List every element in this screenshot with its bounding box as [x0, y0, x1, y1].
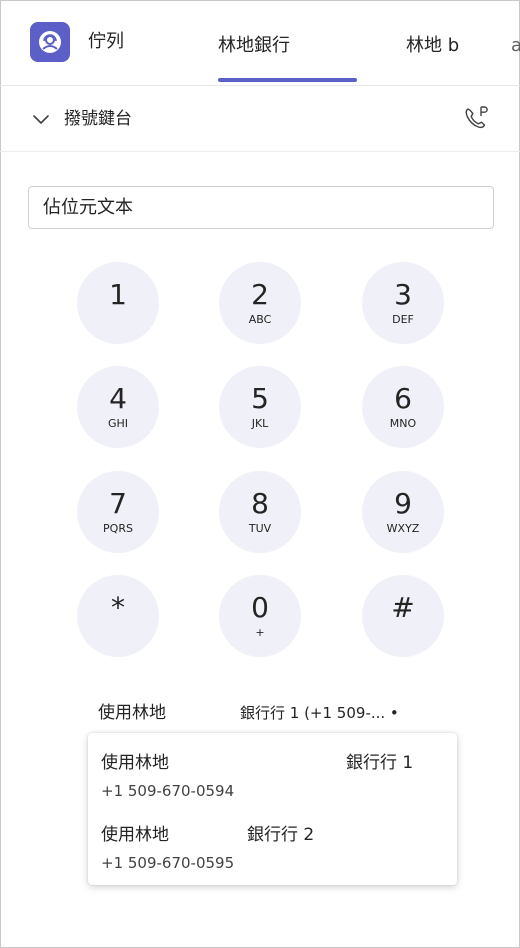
key-2[interactable]: 2 ABC [219, 262, 301, 344]
chevron-down-icon[interactable] [32, 110, 50, 132]
caller-id-option-1[interactable]: 使用林地 銀行行 1 +1 509-670-0594 [88, 733, 457, 805]
option-line: 銀行行 2 [247, 825, 315, 845]
key-digit: 5 [251, 382, 269, 415]
headset-person-icon[interactable] [30, 22, 70, 62]
key-digit: 9 [394, 487, 412, 520]
key-letters: MNO [389, 417, 417, 430]
dialpad-label: 撥號鍵台 [64, 109, 132, 129]
tab-queues[interactable]: 佇列 [88, 28, 124, 56]
caller-id-label: 使用林地 [98, 703, 166, 723]
tab-overflow[interactable]: a [511, 32, 520, 60]
key-digit: 7 [109, 487, 127, 520]
key-digit: 2 [251, 278, 269, 311]
option-number: +1 509-670-0595 [101, 854, 235, 872]
key-letters: TUV [248, 522, 272, 535]
key-digit: 6 [394, 382, 412, 415]
key-digit: 4 [109, 382, 127, 415]
key-digit: # [391, 591, 415, 624]
key-6[interactable]: 6 MNO [362, 366, 444, 448]
key-3[interactable]: 3 DEF [362, 262, 444, 344]
option-line: 銀行行 1 [346, 753, 414, 773]
key-1[interactable]: 1 [77, 262, 159, 344]
key-8[interactable]: 8 TUV [219, 471, 301, 553]
caller-id-dropdown: 使用林地 銀行行 1 +1 509-670-0594 使用林地 銀行行 2 +1… [88, 733, 457, 885]
key-9[interactable]: 9 WXYZ [362, 471, 444, 553]
key-letters: WXYZ [386, 522, 420, 535]
caller-id-select[interactable]: 銀行行 1 (+1 509-... • [240, 700, 399, 726]
key-7[interactable]: 7 PQRS [77, 471, 159, 553]
caller-id-option-2[interactable]: 使用林地 銀行行 2 +1 509-670-0595 [88, 805, 457, 877]
key-letters: ABC [248, 313, 272, 326]
dialpad-toggle-row[interactable]: 撥號鍵台 [0, 86, 520, 152]
tab-forest-bank[interactable]: 林地銀行 [218, 32, 290, 60]
key-letters: PQRS [103, 522, 133, 535]
tab-forest-b[interactable]: 林地 b [406, 32, 459, 60]
key-digit: * [111, 591, 125, 624]
key-digit: 8 [251, 487, 269, 520]
key-letters: JKL [251, 417, 269, 430]
phone-number-input[interactable] [28, 186, 494, 229]
tab-header: 佇列 林地銀行 林地 b a [0, 0, 520, 86]
option-name: 使用林地 [101, 753, 169, 773]
key-digit: 1 [109, 278, 127, 311]
key-hash[interactable]: # [362, 575, 444, 657]
key-4[interactable]: 4 GHI [77, 366, 159, 448]
key-letters: GHI [107, 417, 129, 430]
key-digit: 0 [251, 591, 269, 624]
active-tab-indicator [218, 78, 357, 82]
key-5[interactable]: 5 JKL [219, 366, 301, 448]
phone-park-icon[interactable] [462, 104, 490, 136]
key-star[interactable]: * [77, 575, 159, 657]
key-digit: 3 [394, 278, 412, 311]
key-0[interactable]: 0 + [219, 575, 301, 657]
key-letters: + [255, 626, 265, 639]
option-name: 使用林地 [101, 825, 169, 845]
option-number: +1 509-670-0594 [101, 782, 235, 800]
key-letters: DEF [392, 313, 414, 326]
